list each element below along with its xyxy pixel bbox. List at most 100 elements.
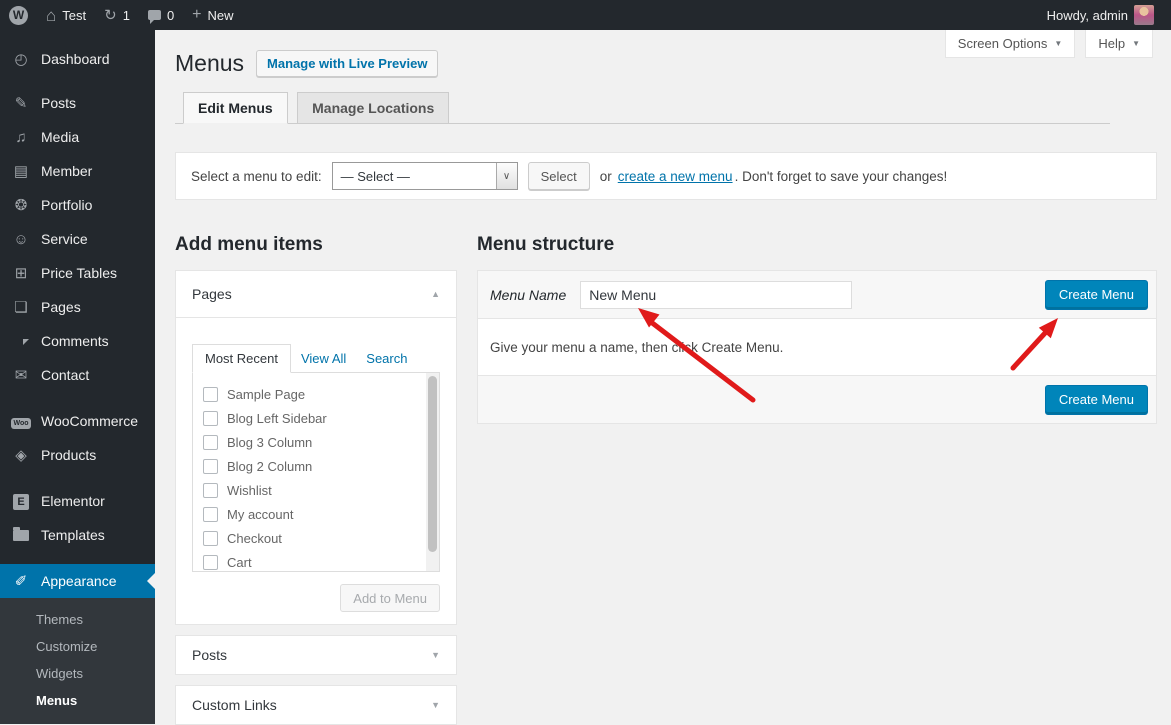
sidebar-item-media[interactable]: ♫ Media <box>0 120 155 154</box>
sidebar-item-appearance[interactable]: ✐ Appearance <box>0 564 155 598</box>
sidebar-item-label: Portfolio <box>41 197 92 213</box>
comments-link[interactable]: 0 <box>139 0 183 30</box>
page-checkbox-row: Blog Left Sidebar <box>203 406 439 430</box>
add-menu-items-heading: Add menu items <box>175 234 457 256</box>
checkbox-sample-page[interactable] <box>203 387 218 402</box>
sidebar-item-label: Pages <box>41 299 81 315</box>
wp-logo-menu[interactable]: W <box>0 0 37 30</box>
tab-search[interactable]: Search <box>356 345 417 372</box>
menu-select-value: — Select — <box>333 169 496 184</box>
tab-edit-menus[interactable]: Edit Menus <box>183 92 288 124</box>
sidebar-item-woocommerce[interactable]: Woo WooCommerce <box>0 404 155 438</box>
create-new-menu-link[interactable]: create a new menu <box>618 169 733 184</box>
site-home-link[interactable]: ⌂ Test <box>37 0 95 30</box>
checkbox-cart[interactable] <box>203 555 218 570</box>
pages-checklist: Sample Page Blog Left Sidebar Blog 3 Col… <box>192 372 440 572</box>
admin-sidebar: ◴ Dashboard ✎ Posts ♫ Media ▤ Member ❂ P… <box>0 30 155 704</box>
id-card-icon: ▤ <box>10 164 32 179</box>
checkbox-my-account[interactable] <box>203 507 218 522</box>
plus-icon: + <box>192 7 201 23</box>
admin-bar: W ⌂ Test ↻ 1 0 + New Howdy, admin <box>0 0 1171 30</box>
menu-select-dropdown[interactable]: — Select — ∨ <box>332 162 518 190</box>
help-button[interactable]: Help ▼ <box>1085 30 1153 58</box>
page-checkbox-row: Wishlist <box>203 478 439 502</box>
submenu-item-widgets[interactable]: Widgets <box>0 660 155 687</box>
envelope-icon: ✉ <box>10 368 32 383</box>
custom-links-panel-header[interactable]: Custom Links ▼ <box>176 686 456 724</box>
checkbox-blog-2-column[interactable] <box>203 459 218 474</box>
tab-view-all[interactable]: View All <box>291 345 356 372</box>
chevron-down-icon: ▼ <box>1054 39 1062 48</box>
sidebar-item-dashboard[interactable]: ◴ Dashboard <box>0 42 155 76</box>
pages-icon: ❏ <box>10 300 32 315</box>
menu-name-input[interactable] <box>580 281 852 309</box>
menu-edit-panel: Menu Name Create Menu Give your menu a n… <box>477 270 1157 424</box>
page-item-label: Blog 3 Column <box>227 435 312 450</box>
checkbox-blog-left-sidebar[interactable] <box>203 411 218 426</box>
sidebar-item-label: Templates <box>41 527 105 543</box>
select-menu-bar: Select a menu to edit: — Select — ∨ Sele… <box>175 152 1157 200</box>
new-content-menu[interactable]: + New <box>183 0 242 30</box>
pages-list-scrollbar <box>426 373 439 571</box>
home-icon: ⌂ <box>46 7 56 24</box>
save-reminder-text: . Don't forget to save your changes! <box>735 169 948 184</box>
posts-panel-header[interactable]: Posts ▼ <box>176 636 456 674</box>
user-avatar <box>1134 5 1154 25</box>
collapse-arrow-icon: ▲ <box>431 289 440 299</box>
tab-most-recent[interactable]: Most Recent <box>192 344 291 373</box>
sidebar-item-label: Comments <box>41 333 109 349</box>
sidebar-item-price-tables[interactable]: ⊞ Price Tables <box>0 256 155 290</box>
dropdown-arrow-icon: ∨ <box>496 163 517 189</box>
page-checkbox-row: Blog 2 Column <box>203 454 439 478</box>
menu-name-label: Menu Name <box>490 287 566 303</box>
sidebar-item-label: WooCommerce <box>41 413 138 429</box>
create-menu-button-bottom[interactable]: Create Menu <box>1045 385 1148 415</box>
updates-link[interactable]: ↻ 1 <box>95 0 139 30</box>
sidebar-item-label: Elementor <box>41 493 105 509</box>
manage-live-preview-button[interactable]: Manage with Live Preview <box>256 50 438 77</box>
new-label: New <box>208 8 234 23</box>
checkbox-checkout[interactable] <box>203 531 218 546</box>
screen-options-button[interactable]: Screen Options ▼ <box>945 30 1076 58</box>
woocommerce-icon: Woo <box>10 413 32 429</box>
page-item-label: Blog Left Sidebar <box>227 411 327 426</box>
sidebar-item-portfolio[interactable]: ❂ Portfolio <box>0 188 155 222</box>
add-menu-items-column: Add menu items Pages ▲ Most Recent View … <box>175 200 457 725</box>
scrollbar-thumb[interactable] <box>428 376 437 552</box>
submenu-item-menus[interactable]: Menus <box>0 687 155 714</box>
page-item-label: Wishlist <box>227 483 272 498</box>
select-menu-label: Select a menu to edit: <box>191 169 322 184</box>
select-button[interactable]: Select <box>528 162 590 190</box>
screen-options-label: Screen Options <box>958 36 1048 51</box>
sidebar-item-member[interactable]: ▤ Member <box>0 154 155 188</box>
page-checkbox-row: Checkout <box>203 526 439 550</box>
sidebar-item-posts[interactable]: ✎ Posts <box>0 86 155 120</box>
nav-tabs: Edit Menus Manage Locations <box>175 92 1110 124</box>
add-to-menu-button[interactable]: Add to Menu <box>340 584 440 612</box>
sidebar-item-elementor[interactable]: E Elementor <box>0 484 155 518</box>
appearance-submenu: Themes Customize Widgets Menus <box>0 598 155 724</box>
tab-manage-locations[interactable]: Manage Locations <box>297 92 449 124</box>
checkbox-blog-3-column[interactable] <box>203 435 218 450</box>
sidebar-item-comments[interactable]: Comments <box>0 324 155 358</box>
howdy-text: Howdy, admin <box>1047 8 1128 23</box>
dashboard-icon: ◴ <box>10 52 32 67</box>
sidebar-item-contact[interactable]: ✉ Contact <box>0 358 155 392</box>
sidebar-item-label: Member <box>41 163 92 179</box>
create-menu-button-top[interactable]: Create Menu <box>1045 280 1148 310</box>
sidebar-item-service[interactable]: ☺ Service <box>0 222 155 256</box>
submenu-item-themes[interactable]: Themes <box>0 606 155 633</box>
sidebar-item-pages[interactable]: ❏ Pages <box>0 290 155 324</box>
page-checkbox-row: Cart <box>203 550 439 572</box>
menu-name-row: Menu Name Create Menu <box>478 271 1156 319</box>
sidebar-item-products[interactable]: ◈ Products <box>0 438 155 472</box>
sidebar-item-templates[interactable]: Templates <box>0 518 155 552</box>
pages-panel-header[interactable]: Pages ▲ <box>176 271 456 317</box>
custom-links-panel-title: Custom Links <box>192 697 277 713</box>
folder-icon <box>10 527 32 544</box>
account-menu[interactable]: Howdy, admin <box>1038 0 1163 30</box>
page-checkbox-row: Sample Page <box>203 382 439 406</box>
submenu-item-customize[interactable]: Customize <box>0 633 155 660</box>
menu-help-text: Give your menu a name, then click Create… <box>490 340 783 355</box>
checkbox-wishlist[interactable] <box>203 483 218 498</box>
